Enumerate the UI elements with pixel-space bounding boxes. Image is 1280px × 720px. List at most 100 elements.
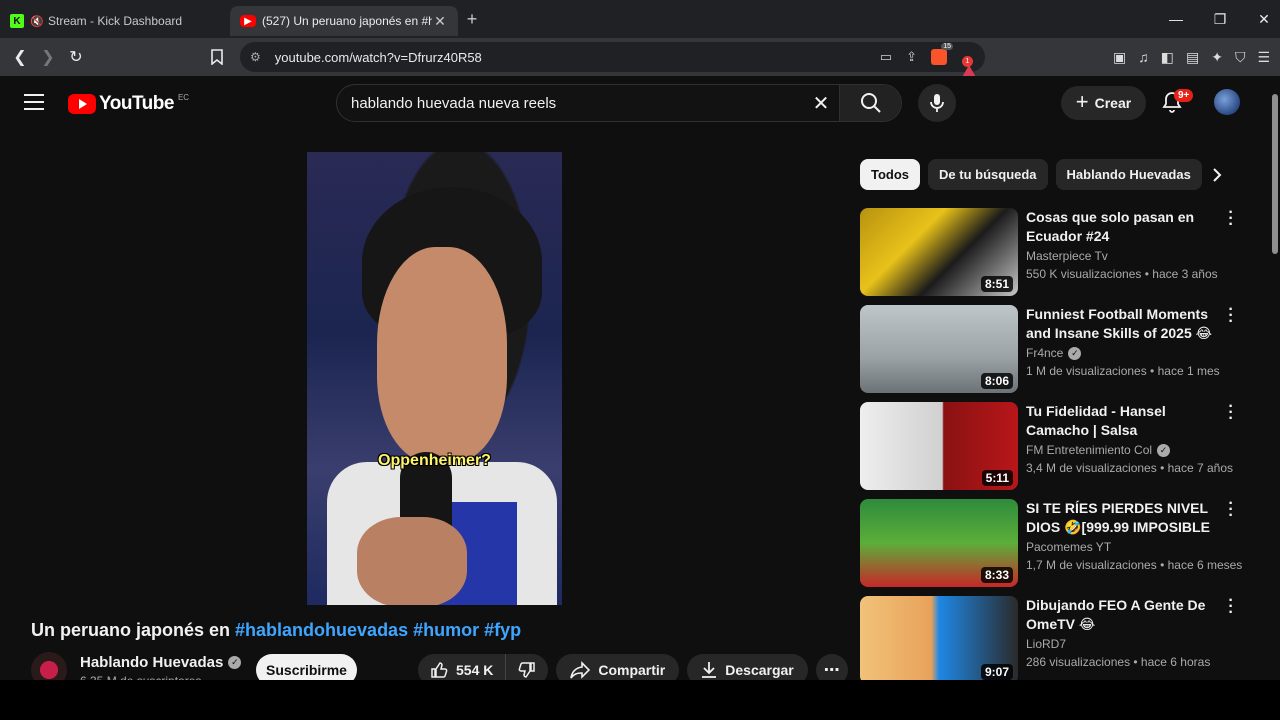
related-video-title[interactable]: Dibujando FEO A Gente De OmeTV 😂 xyxy=(1026,596,1216,634)
download-label: Descargar xyxy=(725,662,794,678)
video-thumbnail[interactable]: 8:33 xyxy=(860,499,1018,587)
search-button[interactable] xyxy=(839,85,901,121)
browser-tab-bar: K 🔇 Stream - Kick Dashboard ▶ (527) Un p… xyxy=(0,0,1280,38)
create-button[interactable]: + Crear xyxy=(1061,86,1146,120)
more-vert-icon[interactable]: · · · xyxy=(1226,496,1236,524)
tab-kick-dashboard[interactable]: K 🔇 Stream - Kick Dashboard xyxy=(0,6,230,36)
country-code: EC xyxy=(177,92,190,102)
rewards-badge: 1 xyxy=(962,55,973,67)
hashtag-link[interactable]: #fyp xyxy=(484,620,521,640)
verified-icon: ✓ xyxy=(1157,443,1171,457)
related-video-item[interactable]: 9:07 Dibujando FEO A Gente De OmeTV 😂 Li… xyxy=(860,593,1250,693)
download-icon xyxy=(702,662,717,678)
screen: K 🔇 Stream - Kick Dashboard ▶ (527) Un p… xyxy=(0,0,1280,720)
menu-icon[interactable]: ☰ xyxy=(1257,49,1270,66)
related-video-title[interactable]: SI TE RÍES PIERDES NIVEL DIOS 🤣[999.99 I… xyxy=(1026,499,1216,537)
forward-icon[interactable]: ❯ xyxy=(34,43,62,71)
omnibox-actions: ▭ ⇪ 1 xyxy=(880,42,977,79)
search-input[interactable]: hablando huevada nueva reels xyxy=(351,95,803,112)
chevron-right-icon[interactable] xyxy=(1205,163,1229,187)
youtube-play-icon xyxy=(68,94,96,114)
clear-search-icon[interactable]: ✕ xyxy=(803,91,839,116)
tab-youtube[interactable]: ▶ (527) Un peruano japonés en #h ✕ xyxy=(230,6,458,36)
related-meta: 286 visualizaciones • hace 6 horas xyxy=(1026,655,1211,669)
related-channel[interactable]: Fr4nce ✓ xyxy=(1026,346,1082,360)
sidebar-icon[interactable]: ◧ xyxy=(1161,49,1174,66)
kick-icon: K xyxy=(10,14,24,28)
verified-icon: ✓ xyxy=(1068,346,1082,360)
related-meta: 3,4 M de visualizaciones • hace 7 años xyxy=(1026,461,1233,475)
verified-icon: ✓ xyxy=(228,656,242,669)
maximize-icon[interactable]: ❐ xyxy=(1198,0,1242,38)
page-scrollbar[interactable] xyxy=(1270,76,1280,680)
thumbs-up-icon xyxy=(431,662,448,678)
hashtag-link[interactable]: #hablandohuevadas xyxy=(235,620,408,640)
more-vert-icon[interactable]: · · · xyxy=(1226,205,1236,233)
tab-title: (527) Un peruano japonés en #h xyxy=(262,14,432,28)
account-avatar[interactable] xyxy=(1214,89,1240,115)
related-channel[interactable]: Pacomemes YT xyxy=(1026,540,1111,554)
video-thumbnail[interactable]: 8:06 xyxy=(860,305,1018,393)
related-video-title[interactable]: Funniest Football Moments and Insane Ski… xyxy=(1026,305,1216,343)
related-channel[interactable]: FM Entretenimiento Col ✓ xyxy=(1026,443,1171,457)
minimize-icon[interactable]: — xyxy=(1154,0,1198,38)
duration-badge: 5:11 xyxy=(981,470,1013,486)
guide-menu-icon[interactable] xyxy=(24,94,44,110)
video-thumbnail[interactable]: 9:07 xyxy=(860,596,1018,684)
leo-ai-icon[interactable]: ✦ xyxy=(1211,49,1223,66)
related-channel[interactable]: LioRD7 xyxy=(1026,637,1066,651)
chip-de-tu-busqueda[interactable]: De tu búsqueda xyxy=(928,159,1048,190)
related-channel[interactable]: Masterpiece Tv xyxy=(1026,249,1108,263)
scrollbar-thumb[interactable] xyxy=(1272,94,1278,254)
video-thumbnail[interactable]: 8:51 xyxy=(860,208,1018,296)
muted-speaker-icon[interactable]: 🔇 xyxy=(30,15,44,28)
cast-icon[interactable]: ▭ xyxy=(880,49,892,65)
channel-name[interactable]: Hablando Huevadas xyxy=(80,654,223,671)
share-icon[interactable]: ⇪ xyxy=(906,49,917,65)
reload-icon[interactable]: ↻ xyxy=(62,43,90,71)
channel-name: Masterpiece Tv xyxy=(1026,249,1108,263)
video-thumbnail[interactable]: 5:11 xyxy=(860,402,1018,490)
search-icon xyxy=(860,93,881,113)
close-tab-icon[interactable]: ✕ xyxy=(432,13,448,30)
vpn-shield-icon[interactable]: ⛉ xyxy=(1235,49,1246,66)
duration-badge: 8:33 xyxy=(980,567,1013,583)
related-video-item[interactable]: 8:33 SI TE RÍES PIERDES NIVEL DIOS 🤣[999… xyxy=(860,496,1250,596)
extensions-area: ▣ ♫ ◧ ▤ ✦ ⛉ ☰ xyxy=(1113,38,1270,76)
search-box[interactable]: hablando huevada nueva reels ✕ xyxy=(336,84,902,122)
chip-hablando-huevadas[interactable]: Hablando Huevadas xyxy=(1055,159,1202,190)
youtube-logo[interactable]: YouTube EC xyxy=(68,93,189,115)
address-bar[interactable]: ⚙ youtube.com/watch?v=Dfrurz40R58 ▭ ⇪ 1 xyxy=(240,42,985,79)
youtube-header: YouTube EC hablando huevada nueva reels … xyxy=(0,76,1270,132)
more-vert-icon[interactable]: · · · xyxy=(1226,399,1236,427)
voice-search-button[interactable] xyxy=(918,84,956,122)
related-video-item[interactable]: 5:11 Tu Fidelidad - Hansel Camacho | Sal… xyxy=(860,399,1250,499)
brave-shield-icon[interactable] xyxy=(931,43,953,65)
bookmark-icon[interactable] xyxy=(203,43,231,71)
video-caption: Oppenheimer? xyxy=(378,452,491,469)
related-video-item[interactable]: 8:06 Funniest Football Moments and Insan… xyxy=(860,302,1250,402)
related-video-item[interactable]: 8:51 Cosas que solo pasan en Ecuador #24… xyxy=(860,205,1250,305)
back-icon[interactable]: ❮ xyxy=(6,43,34,71)
channel-name-row[interactable]: Hablando Huevadas ✓ xyxy=(80,654,242,671)
close-window-icon[interactable]: ✕ xyxy=(1242,0,1280,38)
related-video-title[interactable]: Cosas que solo pasan en Ecuador #24 xyxy=(1026,208,1216,246)
related-filter-chips: Todos De tu búsqueda Hablando Huevadas xyxy=(860,159,1202,191)
site-settings-icon[interactable]: ⚙ xyxy=(250,50,261,64)
hashtag-link[interactable]: #humor xyxy=(413,620,479,640)
tab-title: Stream - Kick Dashboard xyxy=(48,14,183,28)
brave-rewards-icon[interactable]: 1 xyxy=(961,49,977,79)
video-player[interactable]: Oppenheimer? xyxy=(307,152,562,605)
tab-search-icon[interactable]: ▣ xyxy=(1113,49,1126,66)
media-icon[interactable]: ♫ xyxy=(1138,49,1149,65)
wallet-icon[interactable]: ▤ xyxy=(1186,49,1199,66)
chip-todos[interactable]: Todos xyxy=(860,159,921,190)
more-vert-icon[interactable]: · · · xyxy=(1226,593,1236,621)
related-video-title[interactable]: Tu Fidelidad - Hansel Camacho | Salsa xyxy=(1026,402,1216,440)
more-vert-icon[interactable]: · · · xyxy=(1226,302,1236,330)
related-meta: 550 K visualizaciones • hace 3 años xyxy=(1026,267,1218,281)
duration-badge: 8:51 xyxy=(980,276,1013,292)
title-text: Un peruano japonés en xyxy=(31,620,236,640)
microphone-icon xyxy=(930,94,944,112)
new-tab-button[interactable]: + xyxy=(458,9,486,30)
